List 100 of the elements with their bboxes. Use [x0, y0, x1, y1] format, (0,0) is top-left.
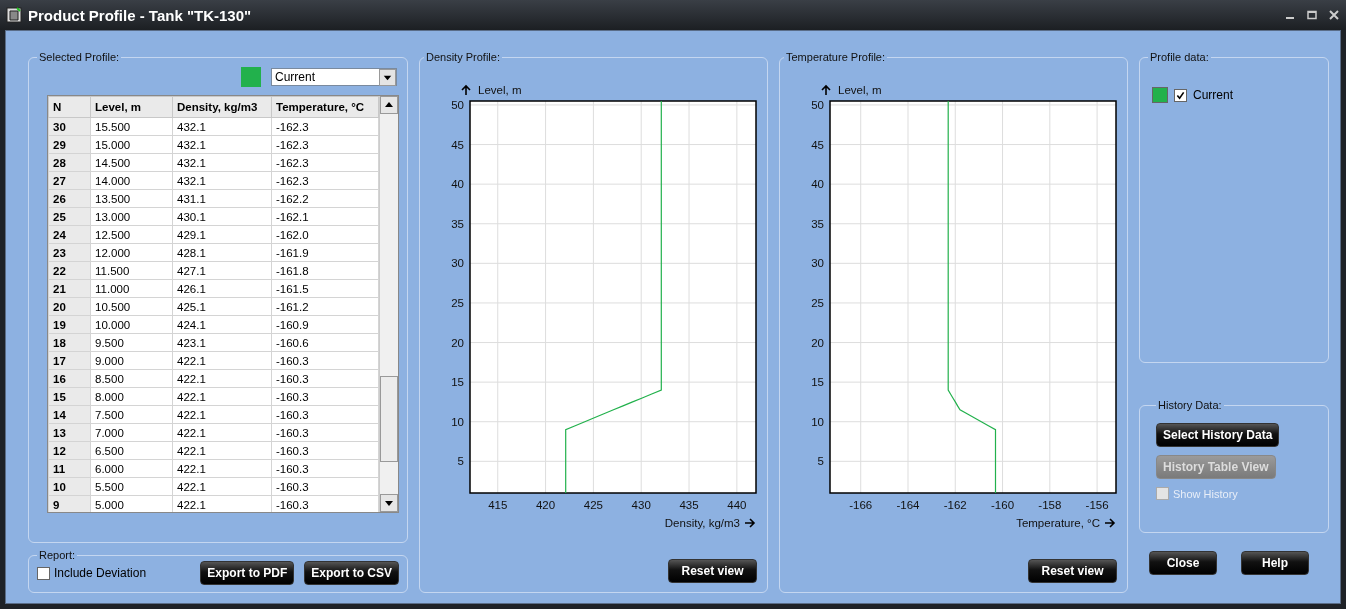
panel-title: Selected Profile:: [38, 51, 121, 63]
table-cell: 432.1: [172, 153, 272, 172]
table-cell: 6.500: [90, 441, 173, 460]
axis-title: Level, m: [838, 84, 882, 96]
panel-title: Temperature Profile:: [785, 51, 887, 63]
axis-tick-label: 415: [488, 499, 508, 511]
table-cell: 422.1: [172, 369, 272, 388]
axis-tick-label: 25: [811, 296, 824, 309]
up-arrow-icon: [461, 84, 471, 96]
select-history-button[interactable]: Select History Data: [1156, 423, 1280, 447]
column-header: Density, kg/m3: [172, 96, 272, 118]
dialog-button[interactable]: Help: [1241, 551, 1309, 575]
table-cell: -162.2: [271, 189, 379, 208]
table-cell: -162.3: [271, 135, 379, 154]
axis-tick-label: 420: [535, 499, 556, 511]
table-cell: 425.1: [172, 297, 272, 316]
table-cell: -160.6: [271, 333, 379, 352]
scroll-up-icon[interactable]: [380, 96, 398, 114]
reset-view-button[interactable]: Reset view: [1028, 559, 1117, 583]
dialog-button[interactable]: Close: [1149, 551, 1217, 575]
reset-view-button[interactable]: Reset view: [668, 559, 757, 583]
scroll-down-icon[interactable]: [380, 494, 398, 512]
table-cell: -161.2: [271, 297, 379, 316]
table-cell: 14.500: [90, 153, 173, 172]
table-cell: 12.500: [90, 225, 173, 244]
axis-tick-label: 45: [451, 138, 464, 151]
profile-label: Current: [1193, 88, 1233, 102]
export-button[interactable]: Export to CSV: [304, 561, 399, 585]
table-cell: 8.500: [90, 369, 173, 388]
axis-tick-label: 25: [451, 296, 464, 309]
table-cell: 6.000: [90, 459, 173, 478]
table-cell: 427.1: [172, 261, 272, 280]
axis-tick-label: 30: [811, 257, 824, 270]
table-cell: 5.500: [90, 477, 173, 496]
checkmark-icon: [1176, 90, 1185, 100]
table-cell: 422.1: [172, 423, 272, 442]
axis-tick-label: 440: [727, 499, 747, 511]
table-cell: -162.1: [271, 207, 379, 226]
axis-tick-label: 45: [811, 138, 824, 151]
table-cell: 9.500: [90, 333, 173, 352]
axis-tick-label: 20: [811, 336, 824, 349]
table-cell: -162.3: [271, 117, 379, 136]
column-header: Level, m: [90, 96, 173, 118]
scrollbar-thumb[interactable]: [380, 376, 398, 462]
close-icon[interactable]: [1328, 9, 1340, 21]
table-cell: -161.5: [271, 279, 379, 298]
table-cell: 430.1: [172, 207, 272, 226]
panel-title: Profile data:: [1149, 51, 1210, 63]
table-cell: -160.3: [271, 477, 379, 496]
axis-tick-label: 30: [451, 257, 464, 270]
table-cell: 7.500: [90, 405, 173, 424]
table-cell: 432.1: [172, 117, 272, 136]
panel-title: Density Profile:: [425, 51, 501, 63]
table-cell: 422.1: [172, 387, 272, 406]
table-cell: -160.3: [271, 423, 379, 442]
table-cell: -162.0: [271, 225, 379, 244]
column-header: Temperature, °C: [271, 96, 379, 118]
checkbox[interactable]: [1174, 88, 1187, 102]
axis-tick-label: -166: [849, 499, 873, 511]
axis-tick-label: 50: [811, 98, 824, 111]
table-cell: 422.1: [172, 351, 272, 370]
maximize-icon[interactable]: [1306, 9, 1318, 21]
axis-tick-label: 430: [631, 499, 651, 511]
table-cell: 429.1: [172, 225, 272, 244]
axis-title: Density, kg/m3: [664, 517, 740, 529]
table-cell: 15.500: [90, 117, 173, 136]
axis-tick-label: -156: [1085, 499, 1109, 511]
table-cell: -160.3: [271, 441, 379, 460]
table-cell: -160.9: [271, 315, 379, 334]
checkbox-label: Include Deviation: [54, 566, 147, 580]
table-cell: 13.000: [90, 207, 173, 226]
profile-dropdown[interactable]: Current: [271, 68, 397, 86]
panel-title: History Data:: [1157, 399, 1223, 411]
table-cell: 422.1: [172, 441, 272, 460]
table-cell: 14.000: [90, 171, 173, 190]
table-cell: 10.000: [90, 315, 173, 334]
table-cell: 424.1: [172, 315, 272, 334]
axis-tick-label: 15: [451, 376, 464, 389]
table-cell: -160.3: [271, 387, 379, 406]
table-cell: -162.3: [271, 153, 379, 172]
table-cell: 422.1: [172, 405, 272, 424]
axis-tick-label: 10: [811, 415, 824, 428]
axis-tick-label: -162: [943, 499, 967, 511]
table-cell: 11.000: [90, 279, 173, 298]
checkbox[interactable]: [37, 566, 50, 580]
table-cell: 7.000: [90, 423, 173, 442]
axis-tick-label: 15: [811, 376, 824, 389]
export-button[interactable]: Export to PDF: [200, 561, 295, 585]
table-cell: 432.1: [172, 171, 272, 190]
right-arrow-icon: [744, 518, 756, 528]
table-cell: 426.1: [172, 279, 272, 298]
table-cell: 422.1: [172, 477, 272, 496]
table-cell: 9.000: [90, 351, 173, 370]
table-cell: -160.3: [271, 369, 379, 388]
axis-tick-label: 5: [817, 455, 824, 468]
axis-tick-label: 40: [451, 178, 464, 191]
up-arrow-icon: [821, 84, 831, 96]
table-cell: -160.3: [271, 351, 379, 370]
axis-tick-label: -160: [991, 499, 1015, 511]
scrollbar[interactable]: [379, 96, 398, 512]
